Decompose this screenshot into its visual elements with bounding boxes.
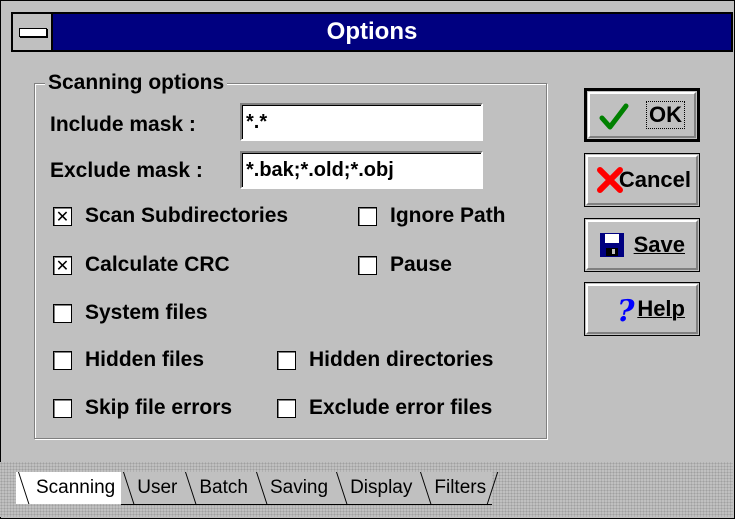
ok-button[interactable]: OK	[584, 88, 700, 142]
checkbox-label: Scan Subdirectories	[85, 204, 289, 227]
hidden-files-checkbox[interactable]: Hidden files	[53, 347, 204, 373]
exclude-mask-label: Exclude mask :	[50, 159, 203, 182]
checkbox-label: Skip file errors	[85, 396, 233, 419]
checkbox-box[interactable]	[53, 398, 72, 418]
checkbox-box[interactable]	[277, 398, 296, 418]
checkbox-label: Pause	[390, 253, 452, 276]
checkbox-label: Hidden directories	[309, 348, 494, 371]
window-title: Options	[326, 18, 418, 45]
tab-saving[interactable]: Saving	[253, 472, 335, 505]
cancel-button[interactable]: Cancel	[584, 153, 700, 207]
system-files-checkbox[interactable]: System files	[53, 300, 208, 326]
svg-text:?: ?	[617, 294, 635, 324]
checkbox-label: Exclude error files	[309, 396, 493, 419]
group-label: Scanning options	[45, 70, 228, 96]
system-menu-icon	[19, 28, 47, 37]
scan-subdirectories-checkbox[interactable]: ✕ Scan Subdirectories	[53, 203, 288, 229]
exclude-error-files-checkbox[interactable]: Exclude error files	[277, 395, 492, 421]
checkbox-box[interactable]: ✕	[53, 255, 72, 275]
include-mask-input[interactable]	[242, 105, 481, 139]
tab-user[interactable]: User	[121, 472, 184, 505]
checkbox-box[interactable]	[358, 206, 377, 226]
system-menu-button[interactable]	[11, 12, 53, 52]
checkbox-box[interactable]	[358, 255, 377, 275]
calculate-crc-checkbox[interactable]: ✕ Calculate CRC	[53, 252, 230, 278]
cancel-label: Cancel	[618, 167, 691, 192]
checkbox-label: System files	[85, 301, 208, 324]
checkbox-label: Calculate CRC	[85, 253, 230, 276]
save-button[interactable]: Save	[584, 218, 700, 272]
help-label: Help	[637, 296, 685, 321]
checkmark-icon	[599, 103, 629, 130]
pause-checkbox[interactable]: Pause	[358, 252, 452, 278]
checkbox-box[interactable]	[277, 350, 296, 370]
checkbox-box[interactable]	[53, 303, 72, 323]
ignore-path-checkbox[interactable]: Ignore Path	[358, 203, 506, 229]
tab-scanning[interactable]: Scanning	[16, 472, 122, 504]
tab-bar: Scanning User Batch Saving Display Filte…	[16, 472, 507, 506]
checkbox-label: Hidden files	[85, 348, 205, 371]
exclude-mask-input[interactable]	[242, 153, 481, 187]
checkbox-box[interactable]: ✕	[53, 206, 72, 226]
tab-filters[interactable]: Filters	[418, 472, 493, 505]
exclude-mask-field[interactable]	[240, 151, 483, 189]
floppy-disk-icon	[600, 233, 624, 257]
tab-batch[interactable]: Batch	[183, 472, 254, 505]
save-label: Save	[633, 232, 685, 257]
checkbox-box[interactable]	[53, 350, 72, 370]
include-mask-field[interactable]	[240, 103, 483, 141]
hidden-directories-checkbox[interactable]: Hidden directories	[277, 347, 493, 373]
ok-label: OK	[646, 101, 685, 129]
include-mask-label: Include mask :	[50, 113, 196, 136]
skip-file-errors-checkbox[interactable]: Skip file errors	[53, 395, 232, 421]
help-button[interactable]: ? Help	[584, 282, 700, 336]
tab-display[interactable]: Display	[334, 472, 419, 505]
title-bar[interactable]: Options	[11, 12, 733, 52]
checkbox-label: Ignore Path	[390, 204, 506, 227]
